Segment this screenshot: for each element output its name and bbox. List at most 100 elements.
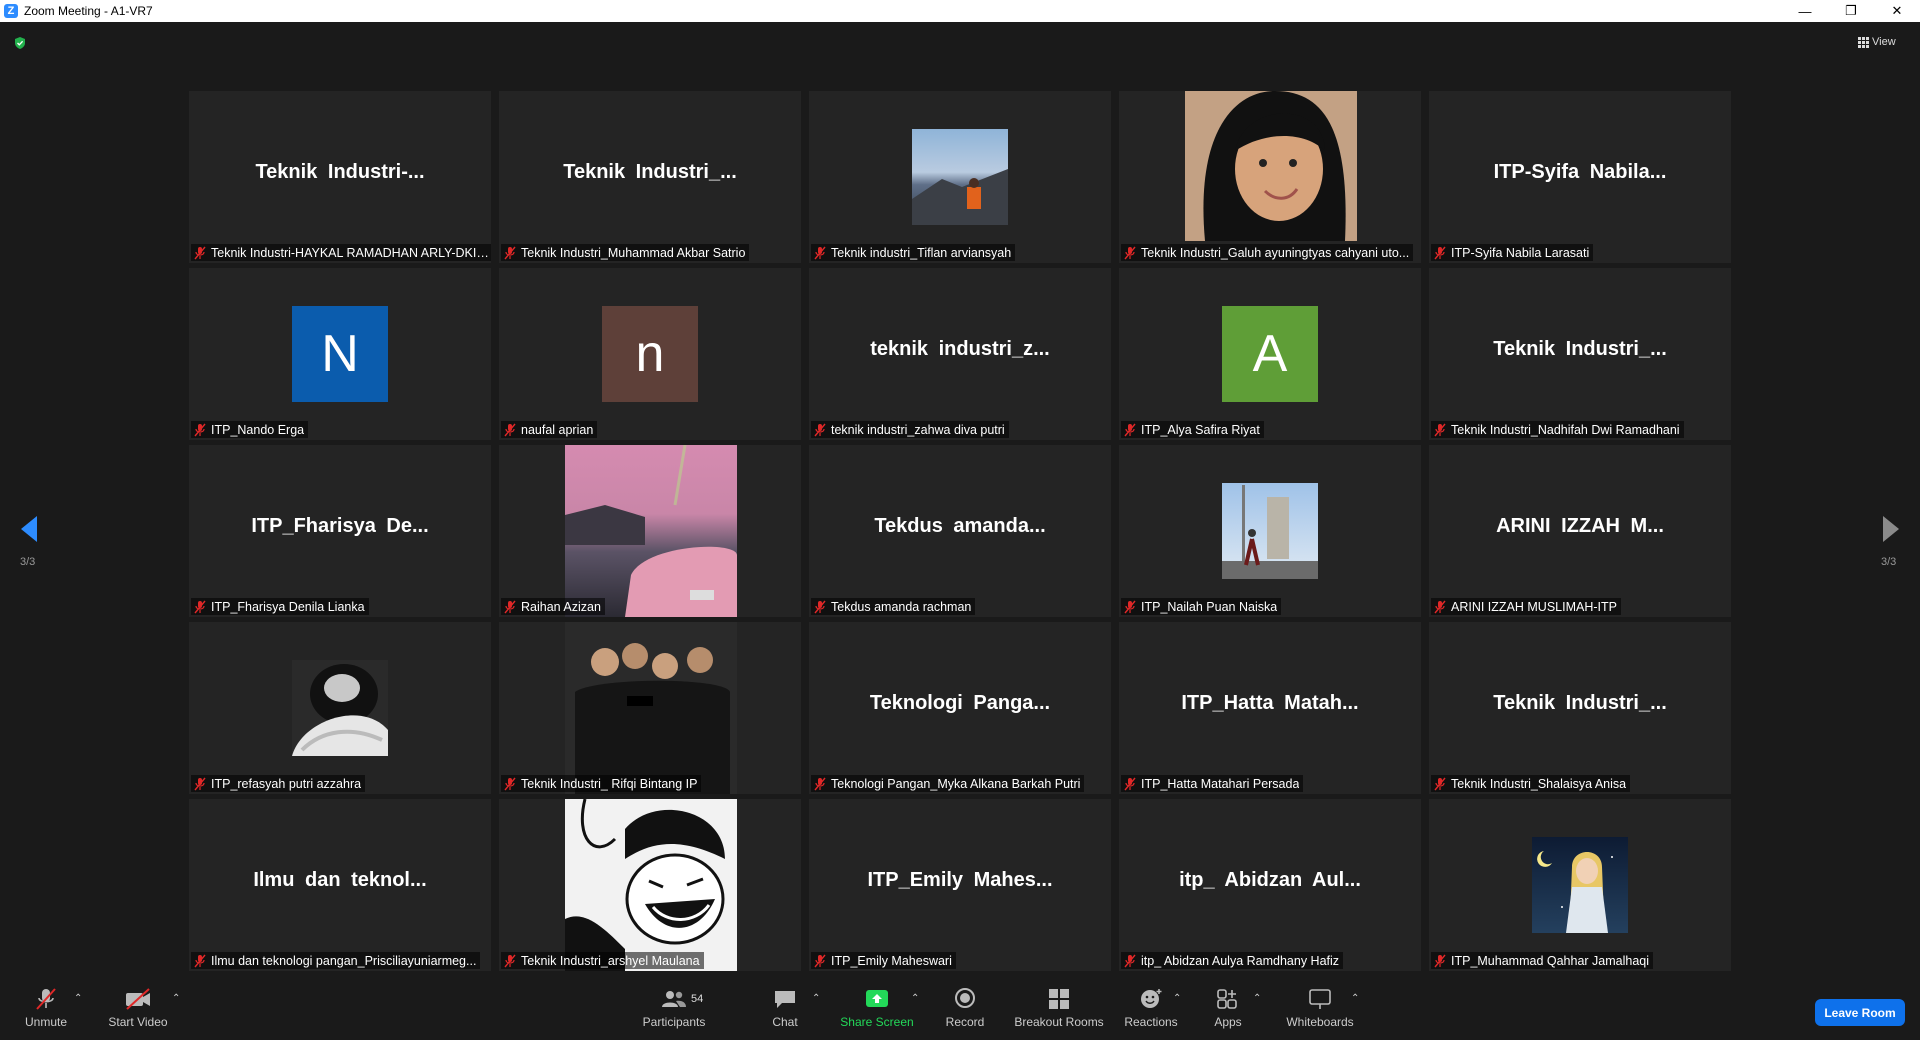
restore-button[interactable]: ❐ — [1828, 0, 1874, 22]
video-options-caret[interactable]: ⌃ — [172, 993, 180, 1004]
participant-display-name: ITP_Fharisya De... — [251, 515, 429, 537]
participant-tile[interactable]: Teknik Industri_... Teknik Industri_Nadhi… — [1429, 268, 1731, 440]
minimize-button[interactable]: — — [1782, 0, 1828, 22]
participant-tile[interactable]: ITP_Nailah Puan Naiska — [1119, 445, 1421, 617]
participant-display-name: teknik industri_z... — [870, 338, 1050, 360]
participant-tile[interactable]: Teknik industri_Tiflan arviansyah — [809, 91, 1111, 263]
participant-name-label: Teknik industri_Tiflan arviansyah — [811, 244, 1016, 261]
participant-tile[interactable]: ITP_Muhammad Qahhar Jamalhaqi — [1429, 799, 1731, 971]
participant-name-label: naufal aprian — [501, 421, 598, 438]
participant-display-name: ITP_Emily Mahes... — [867, 869, 1053, 891]
participant-tile[interactable]: Teknik Industri-... Teknik Industri-HAYKA… — [189, 91, 491, 263]
participant-photo — [292, 660, 388, 756]
muted-mic-icon — [504, 423, 516, 436]
chat-options-caret[interactable]: ⌃ — [812, 993, 820, 1004]
breakout-rooms-button[interactable]: Breakout Rooms — [1012, 975, 1106, 1040]
participant-name-label: Ilmu dan teknologi pangan_Prisciliayunia… — [191, 952, 481, 969]
participant-name-label: Teknologi Pangan_Myka Alkana Barkah Putr… — [811, 775, 1085, 792]
share-screen-button[interactable]: Share Screen — [838, 975, 916, 1040]
participant-name: teknik industri_zahwa diva putri — [831, 422, 1005, 437]
record-icon — [955, 988, 975, 1008]
whiteboards-options-caret[interactable]: ⌃ — [1351, 993, 1359, 1004]
muted-mic-icon — [1124, 423, 1136, 436]
participant-display-name: Teknik Industri_... — [1493, 338, 1667, 360]
participant-tile[interactable]: Teknik Industri_ Rifqi Bintang IP — [499, 622, 801, 794]
participant-name-label: Tekdus amanda rachman — [811, 598, 976, 615]
participant-tile[interactable]: itp_ Abidzan Aul... itp_ Abidzan Aulya Ra… — [1119, 799, 1421, 971]
muted-mic-icon — [194, 954, 206, 967]
record-button[interactable]: Record — [940, 975, 990, 1040]
participant-tile[interactable]: teknik industri_z...teknik industri_zahw… — [809, 268, 1111, 440]
share-screen-label: Share Screen — [840, 1015, 914, 1029]
unmute-button[interactable]: Unmute — [18, 975, 74, 1040]
participant-display-name: Teknik Industri-... — [255, 161, 425, 183]
video-off-icon — [126, 988, 150, 1010]
participant-name-label: ITP_Muhammad Qahhar Jamalhaqi — [1431, 952, 1654, 969]
participant-name-label: ITP_Alya Safira Riyat — [1121, 421, 1264, 438]
participant-tile[interactable]: ITP_refasyah putri azzahra — [189, 622, 491, 794]
participant-tile[interactable]: Teknologi Panga... Teknologi Pangan_Myka … — [809, 622, 1111, 794]
participant-display-name: ARINI IZZAH M... — [1496, 515, 1664, 537]
participant-tile[interactable]: ITP-Syifa Nabila... ITP-Syifa Nabila Lara… — [1429, 91, 1731, 263]
apps-options-caret[interactable]: ⌃ — [1253, 993, 1261, 1004]
muted-mic-icon — [1124, 600, 1136, 613]
apps-icon — [1217, 989, 1237, 1009]
muted-mic-icon — [814, 246, 826, 259]
view-button[interactable]: View — [1858, 33, 1896, 51]
breakout-rooms-label: Breakout Rooms — [1014, 1015, 1104, 1029]
apps-button[interactable]: Apps — [1208, 975, 1248, 1040]
participant-name-label: itp_ Abidzan Aulya Ramdhany Hafiz — [1121, 952, 1344, 969]
previous-page-arrow-icon[interactable] — [17, 514, 41, 544]
participant-tile[interactable]: Teknik Industri_... Teknik Industri_Muham… — [499, 91, 801, 263]
participants-count: 54 — [691, 993, 704, 1005]
participant-avatar: n — [602, 306, 698, 402]
share-options-caret[interactable]: ⌃ — [911, 993, 919, 1004]
reactions-options-caret[interactable]: ⌃ — [1173, 993, 1181, 1004]
reactions-smiley-icon — [1141, 989, 1162, 1008]
participant-name-label: Teknik Industri_Muhammad Akbar Satrio — [501, 244, 750, 261]
participant-tile[interactable]: Teknik Industri_arshyel Maulana — [499, 799, 801, 971]
participants-label: Participants — [642, 1015, 706, 1029]
participant-tile[interactable]: ITP_Emily Mahes... ITP_Emily Maheswari — [809, 799, 1111, 971]
video-gallery: Teknik Industri-... Teknik Industri-HAYKA… — [189, 91, 1731, 971]
participant-name: ITP_Alya Safira Riyat — [1141, 422, 1260, 437]
participant-tile[interactable]: Teknik Industri_... Teknik Industri_Shala… — [1429, 622, 1731, 794]
participant-tile[interactable]: Raihan Azizan — [499, 445, 801, 617]
leave-room-button[interactable]: Leave Room — [1815, 999, 1905, 1026]
chat-button[interactable]: Chat — [765, 975, 805, 1040]
participant-tile[interactable]: Tekdus amanda... Tekdus amanda rachman — [809, 445, 1111, 617]
participant-tile[interactable]: A ITP_Alya Safira Riyat — [1119, 268, 1421, 440]
close-button[interactable]: ✕ — [1874, 0, 1920, 22]
participant-tile[interactable]: n naufal aprian — [499, 268, 801, 440]
reactions-button[interactable]: Reactions — [1120, 975, 1182, 1040]
participant-name: Teknik Industri_arshyel Maulana — [521, 953, 700, 968]
participant-tile[interactable]: Ilmu dan teknol... Ilmu dan teknologi pan… — [189, 799, 491, 971]
muted-mic-icon — [504, 246, 516, 259]
next-page-arrow-icon[interactable] — [1879, 514, 1903, 544]
participants-icon — [662, 991, 686, 1007]
participant-photo — [565, 799, 737, 971]
participants-button[interactable]: Participants — [636, 975, 712, 1040]
start-video-label: Start Video — [108, 1015, 168, 1029]
participant-tile[interactable]: Teknik Industri_Galuh ayuningtyas cahyan… — [1119, 91, 1421, 263]
participant-tile[interactable]: ITP_Hatta Matah... ITP_Hatta Matahari Per… — [1119, 622, 1421, 794]
whiteboards-button[interactable]: Whiteboards — [1282, 975, 1358, 1040]
window-controls: — ❐ ✕ — [1782, 0, 1920, 22]
participant-name: ITP_Fharisya Denila Lianka — [211, 599, 365, 614]
audio-options-caret[interactable]: ⌃ — [74, 993, 82, 1004]
muted-mic-icon — [1434, 246, 1446, 259]
start-video-button[interactable]: Start Video — [106, 975, 170, 1040]
muted-mic-icon — [1434, 423, 1446, 436]
participant-tile[interactable]: ARINI IZZAH M... ARINI IZZAH MUSLIMAH-ITP — [1429, 445, 1731, 617]
participant-name: Teknik Industri_Nadhifah Dwi Ramadhani — [1451, 422, 1680, 437]
participant-display-name: Tekdus amanda... — [874, 515, 1046, 537]
participant-name-label: ITP_Hatta Matahari Persada — [1121, 775, 1304, 792]
security-shield-icon[interactable] — [13, 36, 27, 50]
participant-name: itp_ Abidzan Aulya Ramdhany Hafiz — [1141, 953, 1340, 968]
participant-name: ITP_Emily Maheswari — [831, 953, 952, 968]
participant-tile[interactable]: N ITP_Nando Erga — [189, 268, 491, 440]
participant-tile[interactable]: ITP_Fharisya De... ITP_Fharisya Denila Li… — [189, 445, 491, 617]
apps-label: Apps — [1214, 1015, 1242, 1029]
grid-view-icon — [1858, 37, 1869, 48]
participant-photo — [565, 622, 737, 794]
